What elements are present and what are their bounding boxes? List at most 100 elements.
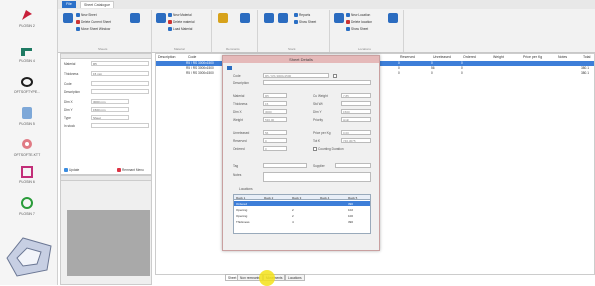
- dim-x-field[interactable]: 3000 mm: [91, 99, 129, 104]
- tool-label: PLOSIN 6: [19, 180, 35, 184]
- field-label: Code: [233, 74, 241, 78]
- remnants-icon[interactable]: [218, 13, 228, 23]
- tool-plosin-2[interactable]: PLOSIN 2: [4, 8, 50, 28]
- column-header[interactable]: Weight: [491, 54, 504, 60]
- field-label: Std Wt: [313, 102, 323, 106]
- thickness-input[interactable]: 15: [263, 101, 287, 106]
- field-label: Unreleased: [233, 131, 250, 135]
- field-label: Tag: [233, 164, 239, 168]
- table-cell: 2: [292, 214, 294, 218]
- delete-sheet-button[interactable]: Delete Current Sheet: [76, 20, 111, 24]
- tool-label: PLOSIN 5: [19, 122, 35, 126]
- cu-weight-input[interactable]: 7.85: [341, 93, 371, 98]
- description-input[interactable]: [263, 80, 371, 85]
- sheet-icon: [294, 20, 298, 24]
- code-input[interactable]: R5 / RS 3000x1500: [263, 73, 329, 78]
- materials-icon[interactable]: [156, 13, 166, 23]
- column-header[interactable]: Description: [156, 54, 176, 60]
- reserved-input[interactable]: 0: [263, 138, 287, 143]
- stock-checkbox[interactable]: [333, 74, 337, 78]
- type-select[interactable]: Sheet: [91, 115, 129, 120]
- locations-label: Locations: [239, 187, 253, 191]
- delete-location-button[interactable]: Delete location: [346, 20, 372, 24]
- add-icon: [346, 13, 350, 17]
- column-header[interactable]: Ordered: [461, 54, 476, 60]
- total-input[interactable]: 746.3075: [341, 138, 371, 143]
- move-remnants-icon[interactable]: [264, 13, 274, 23]
- remnants-reports-icon[interactable]: [240, 13, 250, 23]
- dim-x-input[interactable]: 3000: [263, 109, 287, 114]
- column-header[interactable]: Reserved: [398, 54, 415, 60]
- table-cell: Opening: [236, 214, 248, 218]
- thickness-field[interactable]: 15 mm: [91, 71, 149, 76]
- remnant-menu-checkbox[interactable]: Remnant Menu: [117, 168, 144, 172]
- locations-report-icon[interactable]: [278, 13, 288, 23]
- field-label: Description: [233, 81, 249, 85]
- tab-sheet-catalogue[interactable]: Sheet Catalogue: [80, 1, 115, 8]
- ribbon-group-remnants: Remnants: [214, 10, 258, 52]
- checkbox-icon: [64, 168, 68, 172]
- column-header[interactable]: Price per Kg: [521, 54, 542, 60]
- ring-icon: [21, 77, 33, 87]
- delete-material-button[interactable]: Delete material: [168, 20, 194, 24]
- tool-plosin-4[interactable]: PLOSIN 4: [4, 45, 50, 63]
- counting-duration-checkbox[interactable]: Counting Duration: [313, 147, 344, 151]
- load-material-button[interactable]: Load Material: [168, 27, 192, 31]
- save-all-icon[interactable]: [63, 13, 73, 23]
- new-material-button[interactable]: New Material: [168, 13, 192, 17]
- reports-icon[interactable]: [130, 13, 140, 23]
- stock-show-sheet-button[interactable]: Show Sheet: [294, 20, 316, 24]
- notes-input[interactable]: [263, 172, 371, 182]
- weight-input[interactable]: 530.00: [263, 117, 287, 122]
- column-header[interactable]: Unreleased: [431, 54, 451, 60]
- material-input[interactable]: R5: [263, 93, 287, 98]
- supplier-input[interactable]: [335, 163, 371, 168]
- ordered-input[interactable]: 0: [263, 146, 287, 151]
- left-toolbar: PLOSIN 2 PLOSIN 4 OFTSOFTYPE... PLOSIN 5…: [0, 0, 58, 285]
- unreleased-input[interactable]: 56: [263, 130, 287, 135]
- part-preview-icon: [6, 237, 52, 277]
- column-header[interactable]: Total: [581, 54, 590, 60]
- priority-select[interactable]: High: [341, 117, 371, 122]
- panel-header: [61, 176, 151, 181]
- prop-label: Type: [64, 116, 71, 120]
- column-header[interactable]: Code: [186, 54, 196, 60]
- tool-label: PLOSIN 7: [19, 212, 35, 216]
- locations-report-icon[interactable]: [388, 13, 398, 23]
- update-checkbox[interactable]: Update: [64, 168, 79, 172]
- plate-icon: [22, 107, 32, 119]
- description-field[interactable]: [91, 89, 149, 94]
- tool-plosin-5[interactable]: PLOSIN 5: [4, 106, 50, 126]
- code-field[interactable]: [91, 81, 149, 86]
- group-label: Stock: [288, 47, 296, 51]
- stock-reports-button[interactable]: Reports: [294, 13, 310, 17]
- field-label: Cu Weight: [313, 94, 328, 98]
- new-location-button[interactable]: New Location: [346, 13, 370, 17]
- delete-icon: [346, 20, 350, 24]
- column-header: Rack 4: [320, 196, 330, 200]
- price-per-kg-input[interactable]: 0.00: [341, 130, 371, 135]
- move-sheet-button[interactable]: Move Sheet Window: [76, 27, 110, 31]
- move-icon: [76, 27, 80, 31]
- std-weight-input[interactable]: [341, 101, 371, 106]
- tool-plosin-7[interactable]: PLOSIN 7: [4, 196, 50, 216]
- tag-input[interactable]: [263, 163, 307, 168]
- tool-oftsofte-ktt[interactable]: OFTSOFTE-KTT: [4, 137, 50, 157]
- tool-oftsoftype[interactable]: OFTSOFTYPE...: [4, 76, 50, 94]
- locations-icon[interactable]: [334, 13, 344, 23]
- dim-y-field[interactable]: 1500 mm: [91, 107, 129, 112]
- dim-y-input[interactable]: 1500: [341, 109, 371, 114]
- location-show-sheet-button[interactable]: Show Sheet: [346, 27, 368, 31]
- profile-icon: [21, 48, 32, 56]
- field-label: Reserved: [233, 139, 247, 143]
- new-sheet-button[interactable]: New Sheet: [76, 13, 97, 17]
- field-label: Weight: [233, 118, 243, 122]
- in-stock-field[interactable]: [91, 123, 149, 128]
- material-field[interactable]: R5: [91, 61, 149, 66]
- column-header[interactable]: Notes: [556, 54, 567, 60]
- tab-locations[interactable]: Locations: [285, 274, 305, 281]
- file-tab[interactable]: File: [62, 1, 76, 8]
- gear-part-icon: [22, 139, 32, 149]
- tool-plosin-6[interactable]: PLOSIN 6: [4, 166, 50, 184]
- frame-icon: [21, 166, 33, 178]
